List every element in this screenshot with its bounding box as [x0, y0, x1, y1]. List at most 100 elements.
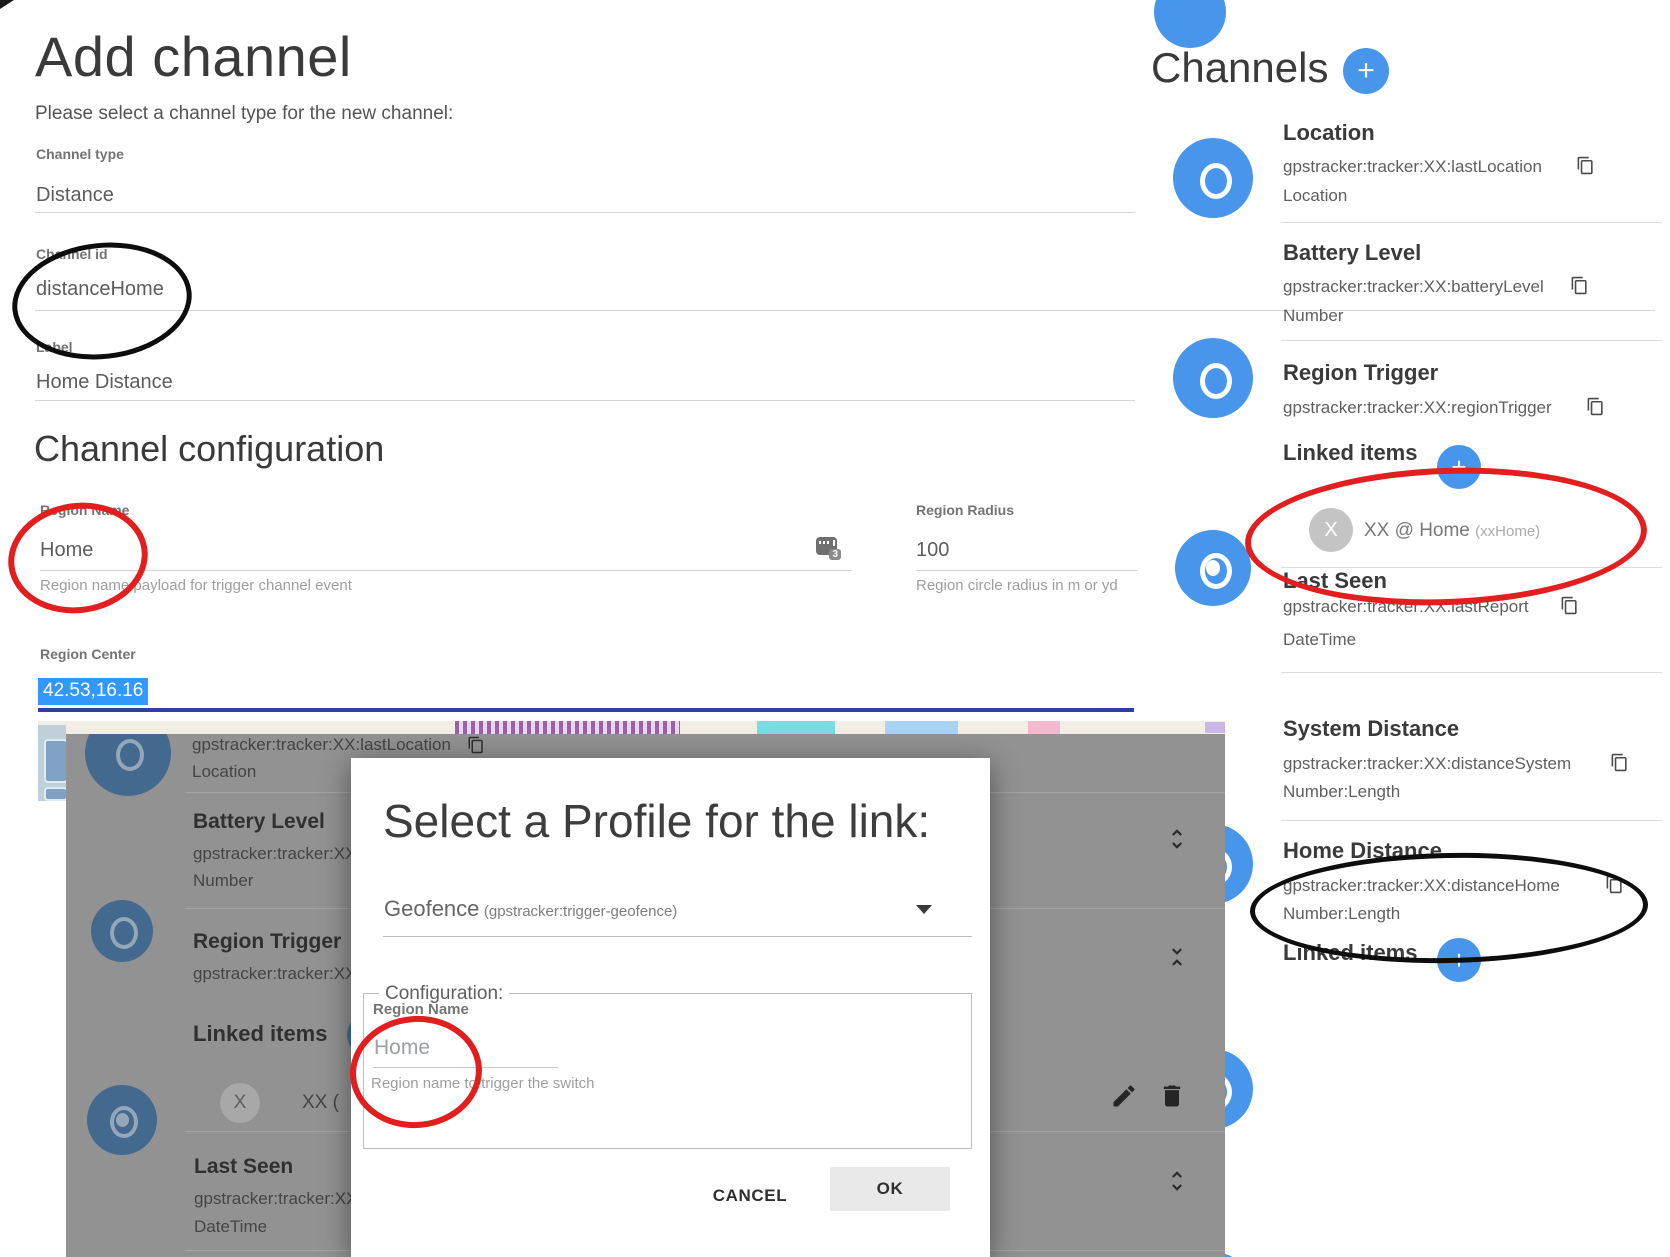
- channel-type-label: Channel type: [36, 146, 124, 162]
- unfold-more-icon: [1164, 826, 1190, 852]
- channel-icon-battery[interactable]: [1173, 338, 1253, 418]
- region-radius-input[interactable]: 100: [916, 539, 949, 562]
- dialog-title: Select a Profile for the link:: [383, 794, 963, 848]
- dim-channel-uid: gpstracker:tracker:XX:lastLocation: [192, 735, 451, 755]
- add-linked-item-button[interactable]: +: [1437, 445, 1481, 489]
- map-preview-sliver: [38, 721, 1225, 734]
- profile-select[interactable]: Geofence (gpstracker:trigger-geofence): [384, 896, 974, 922]
- copy-icon[interactable]: [1610, 753, 1629, 772]
- channel-uid: gpstracker:tracker:XX:lastLocation: [1283, 157, 1542, 177]
- copy-icon[interactable]: [1560, 596, 1579, 615]
- dim-channel-icon-region-trigger: [87, 1085, 157, 1155]
- form-subtitle: Please select a channel type for the new…: [35, 103, 453, 125]
- channel-type: Number:Length: [1283, 782, 1400, 802]
- autofill-dots: [819, 541, 831, 544]
- profile-select-underline: [383, 936, 972, 937]
- channel-uid: gpstracker:tracker:XX:regionTrigger: [1283, 398, 1552, 418]
- channel-configuration-title: Channel configuration: [34, 428, 384, 470]
- label-input[interactable]: Home Distance: [36, 371, 173, 394]
- screen: Add channel Please select a channel type…: [0, 0, 1670, 1257]
- scroll-top-semicircle: [1154, 0, 1226, 48]
- dim-channel-title: Region Trigger: [193, 930, 341, 954]
- channel-title[interactable]: Home Distance: [1283, 838, 1442, 864]
- channel-title[interactable]: Battery Level: [1283, 240, 1421, 266]
- copy-icon[interactable]: [1576, 156, 1595, 175]
- plus-icon: +: [1451, 452, 1466, 483]
- linked-item-name[interactable]: XX @ Home (xxHome): [1364, 520, 1540, 542]
- linked-item-name-text: XX @ Home: [1364, 520, 1470, 541]
- page-title: Add channel: [35, 24, 352, 89]
- divider: [1281, 340, 1662, 341]
- dim-channel-type: DateTime: [194, 1217, 267, 1237]
- channel-icon-region-trigger[interactable]: [1175, 530, 1251, 606]
- region-center-focus-underline: [38, 708, 1134, 712]
- label-underline: [35, 400, 1135, 401]
- region-radius-underline: [916, 570, 1138, 571]
- unfold-more-icon: [1164, 1168, 1190, 1194]
- region-name-input[interactable]: Home: [40, 539, 93, 562]
- modal-region-name-input[interactable]: Home: [374, 1036, 430, 1060]
- modal-region-name-hint: Region name to trigger the switch: [371, 1075, 594, 1092]
- channel-title[interactable]: Last Seen: [1283, 568, 1387, 594]
- channel-id-label: Channel id: [36, 246, 108, 262]
- channel-type: Number: [1283, 306, 1343, 326]
- divider: [1281, 820, 1662, 821]
- profile-select-value: Geofence: [384, 896, 479, 921]
- region-center-input[interactable]: 42.53,16.16: [38, 678, 148, 705]
- channel-uid: gpstracker:tracker:XX:lastReport: [1283, 597, 1529, 617]
- channel-icon-location[interactable]: [1173, 138, 1253, 218]
- channel-type: DateTime: [1283, 630, 1356, 650]
- keyboard-key: [44, 739, 68, 783]
- channel-type-underline: [35, 212, 1135, 213]
- channels-heading: Channels: [1151, 44, 1328, 92]
- delete-icon: [1158, 1082, 1186, 1110]
- add-channel-button[interactable]: +: [1343, 48, 1389, 94]
- add-linked-item-button[interactable]: +: [1437, 938, 1481, 982]
- linked-item-id: (xxHome): [1475, 523, 1540, 540]
- dim-channel-type: Location: [192, 762, 256, 782]
- unfold-less-icon: [1164, 944, 1190, 970]
- divider: [1281, 222, 1662, 223]
- map-fragment: [885, 721, 958, 734]
- channel-type-select[interactable]: Distance: [36, 184, 114, 207]
- channel-id-underline: [35, 310, 1655, 311]
- channel-title[interactable]: System Distance: [1283, 716, 1459, 742]
- dim-channel-title: Last Seen: [194, 1155, 293, 1179]
- ok-button[interactable]: OK: [830, 1167, 950, 1211]
- dim-channel-type: Number: [193, 871, 253, 891]
- region-radius-hint: Region circle radius in m or yd: [916, 577, 1118, 594]
- channel-uid: gpstracker:tracker:XX:distanceHome: [1283, 876, 1560, 896]
- dim-linked-item-avatar: X: [220, 1083, 260, 1123]
- profile-dialog: Select a Profile for the link: Geofence …: [351, 758, 990, 1257]
- channel-uid: gpstracker:tracker:XX:batteryLevel: [1283, 277, 1544, 297]
- copy-icon[interactable]: [1570, 276, 1589, 295]
- autofill-extension-icon[interactable]: 3: [816, 537, 837, 555]
- modal-region-name-label: Region Name: [373, 1001, 469, 1018]
- copy-icon[interactable]: [1586, 397, 1605, 416]
- cancel-button[interactable]: CANCEL: [695, 1181, 805, 1211]
- channel-uid: gpstracker:tracker:XX:distanceSystem: [1283, 754, 1571, 774]
- autofill-badge: 3: [829, 549, 841, 560]
- dim-channel-icon-location: [85, 734, 171, 796]
- plus-icon: +: [1451, 945, 1466, 976]
- region-name-underline: [40, 570, 852, 571]
- ok-button-label: OK: [877, 1179, 904, 1199]
- profile-select-id: (gpstracker:trigger-geofence): [484, 903, 677, 920]
- dim-channel-title: Battery Level: [193, 810, 325, 834]
- channel-id-input[interactable]: distanceHome: [36, 278, 164, 301]
- autofill-tick: [833, 540, 835, 546]
- label-label: Label: [36, 339, 73, 355]
- dim-channel-icon-battery: [91, 900, 153, 962]
- copy-icon[interactable]: [1605, 875, 1624, 894]
- map-fragment: [757, 721, 835, 734]
- corner-artifact: [0, 0, 14, 9]
- linked-items-label: Linked items: [1283, 440, 1417, 466]
- channel-title[interactable]: Location: [1283, 120, 1375, 146]
- region-name-hint: Region name payload for trigger channel …: [40, 577, 352, 594]
- map-fragment: [1028, 721, 1060, 734]
- divider: [1281, 672, 1662, 673]
- dim-linked-item-text: XX (: [302, 1092, 339, 1114]
- channel-title[interactable]: Region Trigger: [1283, 360, 1438, 386]
- dropdown-arrow-icon[interactable]: [916, 905, 932, 914]
- map-fragment: [455, 721, 680, 734]
